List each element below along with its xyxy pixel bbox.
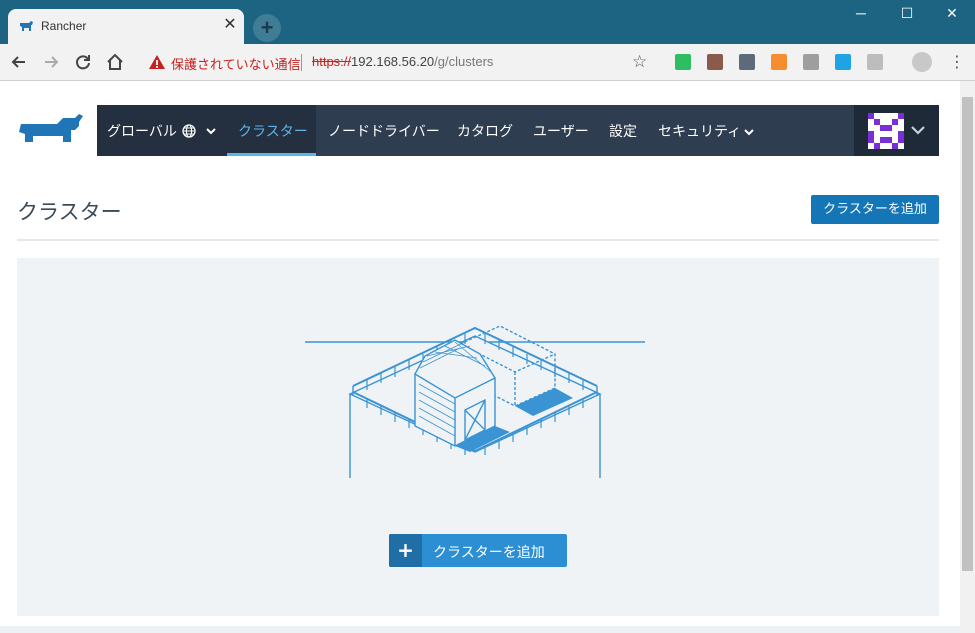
bookmark-star-icon[interactable]: ☆ xyxy=(632,52,647,72)
security-chevron-down-icon[interactable] xyxy=(743,126,755,138)
chevron-down-icon xyxy=(206,128,216,135)
nav-clusters[interactable]: クラスター xyxy=(238,121,308,141)
rancher-page: グローバル クラスター ノードドライバー カタログ ユーザー 設定 セキュリティ xyxy=(0,81,960,633)
header-divider xyxy=(17,239,939,241)
scrollbar-thumb[interactable] xyxy=(962,97,973,571)
warning-icon[interactable] xyxy=(148,53,166,71)
profile-avatar-icon[interactable] xyxy=(912,52,932,72)
add-cluster-button[interactable]: クラスターを追加 xyxy=(811,195,939,224)
pdf-icon[interactable] xyxy=(707,54,723,70)
security-status-text[interactable]: 保護されていない通信 xyxy=(171,54,301,73)
maximize-icon[interactable]: ☐ xyxy=(884,0,930,28)
empty-clusters-panel: + クラスターを追加 xyxy=(17,258,939,616)
user-menu[interactable] xyxy=(854,105,939,156)
acrobat-icon[interactable] xyxy=(739,54,755,70)
url-path: /g/clusters xyxy=(434,54,494,69)
minimize-icon[interactable]: ─ xyxy=(838,0,884,28)
rancher-logo-icon[interactable] xyxy=(17,112,85,147)
home-icon[interactable] xyxy=(104,51,126,73)
nav-catalogs[interactable]: カタログ xyxy=(457,121,513,141)
browser-titlebar: Rancher ✕ + ─ ☐ ✕ xyxy=(0,0,975,44)
nav-users[interactable]: ユーザー xyxy=(533,121,589,141)
url-separator xyxy=(301,54,302,71)
evernote-icon[interactable] xyxy=(675,54,691,70)
main-navbar: グローバル クラスター ノードドライバー カタログ ユーザー 設定 セキュリティ xyxy=(97,105,939,156)
add-cluster-main-label: クラスターを追加 xyxy=(433,545,545,561)
page-title: クラスター xyxy=(17,200,122,224)
forward-arrow-icon[interactable] xyxy=(40,51,62,73)
url-scheme: https:// xyxy=(312,54,352,69)
url-host: 192.168.56.20 xyxy=(351,54,435,69)
nav-settings[interactable]: 設定 xyxy=(609,121,637,141)
footer-strip xyxy=(0,626,960,633)
browser-toolbar: 保護されていない通信 https://192.168.56.20/g/clust… xyxy=(0,44,975,81)
windows-icon[interactable] xyxy=(835,54,851,70)
d3-icon[interactable] xyxy=(771,54,787,70)
g-icon[interactable] xyxy=(803,54,819,70)
nav-node-drivers[interactable]: ノードドライバー xyxy=(328,121,440,141)
add-cluster-main-button[interactable]: + クラスターを追加 xyxy=(389,534,567,567)
global-scope-selector[interactable]: グローバル xyxy=(97,105,227,156)
tab-title: Rancher xyxy=(41,19,87,33)
user-avatar-icon xyxy=(868,113,904,149)
circle-icon[interactable] xyxy=(867,54,883,70)
rancher-favicon-icon xyxy=(20,21,33,31)
page-scrollbar[interactable] xyxy=(960,81,975,633)
nav-security[interactable]: セキュリティ xyxy=(658,121,741,141)
plus-icon: + xyxy=(389,534,422,567)
globe-icon xyxy=(182,124,196,138)
address-bar[interactable]: https://192.168.56.20/g/clusters xyxy=(312,54,493,69)
menu-kebab-icon[interactable]: ⋮ xyxy=(949,52,965,72)
browser-tab[interactable]: Rancher ✕ xyxy=(8,9,244,44)
global-label: グローバル xyxy=(107,124,177,140)
back-arrow-icon[interactable] xyxy=(8,51,30,73)
user-menu-chevron-icon xyxy=(911,126,925,135)
close-window-icon[interactable]: ✕ xyxy=(929,0,975,28)
new-tab-button[interactable]: + xyxy=(253,14,281,42)
tab-close-icon[interactable]: ✕ xyxy=(222,15,238,35)
reload-icon[interactable] xyxy=(72,51,94,73)
barn-illustration-icon xyxy=(305,325,645,478)
